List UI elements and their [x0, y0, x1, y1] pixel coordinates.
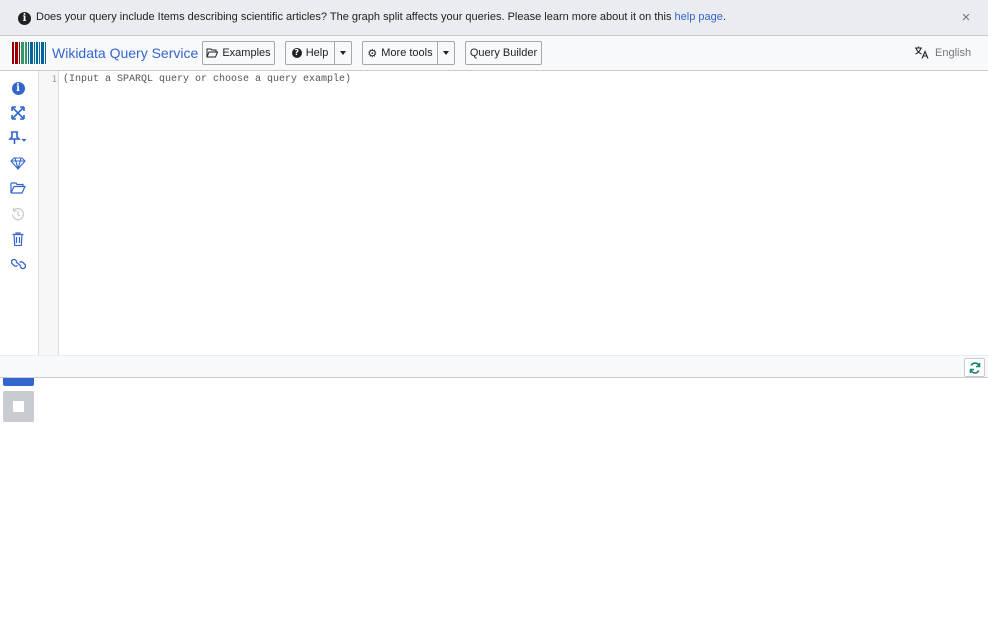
help-button[interactable]: ? Help [285, 41, 335, 65]
gear-icon: ⚙ [367, 46, 378, 60]
expand-arrows-icon [11, 106, 25, 120]
translate-icon [915, 46, 929, 59]
help-page-link[interactable]: help page [675, 11, 723, 23]
refresh-button[interactable] [964, 358, 985, 377]
query-builder-button[interactable]: Query Builder [465, 41, 542, 65]
notice-suffix: . [722, 11, 726, 23]
info-icon: i [11, 81, 25, 95]
editor-placeholder: (Input a SPARQL query or choose a query … [63, 74, 352, 85]
trash-icon [12, 232, 24, 246]
navbar: Wikidata Query Service Examples ? Help ⚙… [0, 36, 988, 71]
notice-text: Does your query include Items describing… [36, 11, 675, 23]
restore-button [4, 202, 32, 226]
examples-button[interactable]: Examples [202, 41, 275, 65]
examples-sidebar-button[interactable] [4, 176, 32, 200]
more-tools-button[interactable]: ⚙ More tools [362, 41, 438, 65]
folder-open-icon [10, 182, 26, 194]
close-icon[interactable]: × [959, 10, 973, 26]
stop-query-button [3, 391, 34, 422]
more-tools-dropdown-toggle[interactable] [437, 41, 455, 65]
query-builder-label: Query Builder [469, 47, 538, 59]
language-label: English [935, 46, 972, 59]
caret-down-icon [340, 51, 346, 55]
line-number-gutter: 1 [38, 71, 59, 355]
delete-query-button[interactable] [4, 227, 32, 251]
diamond-icon [10, 156, 26, 170]
info-circle-icon: i [18, 12, 31, 25]
stop-icon [13, 401, 24, 412]
more-tools-label: More tools [381, 47, 433, 59]
app-title[interactable]: Wikidata Query Service [52, 45, 198, 61]
query-editor[interactable]: 1 (Input a SPARQL query or choose a quer… [38, 71, 988, 355]
language-selector[interactable]: English [914, 46, 971, 59]
folder-open-icon [206, 48, 219, 58]
link-icon [10, 258, 26, 270]
add-prefixes-button[interactable] [4, 126, 32, 150]
help-label: Help [305, 47, 329, 59]
line-number: 1 [51, 75, 57, 85]
help-dropdown-toggle[interactable] [334, 41, 352, 65]
pin-dropdown-icon [8, 131, 27, 144]
info-button[interactable]: i [4, 76, 32, 100]
tool-sidebar: i [0, 71, 38, 422]
notice-message: Does your query include Items describing… [36, 11, 726, 23]
wikidata-logo[interactable] [12, 42, 46, 64]
refresh-icon [969, 361, 980, 374]
caret-down-icon [443, 51, 449, 55]
link-button[interactable] [4, 252, 32, 276]
history-icon [11, 208, 25, 221]
prefix-button[interactable] [4, 151, 32, 175]
examples-label: Examples [222, 47, 271, 59]
format-query-button[interactable] [4, 101, 32, 125]
notice-banner: i Does your query include Items describi… [0, 0, 988, 36]
question-circle-icon: ? [291, 48, 302, 58]
editor-status-bar [0, 355, 988, 378]
